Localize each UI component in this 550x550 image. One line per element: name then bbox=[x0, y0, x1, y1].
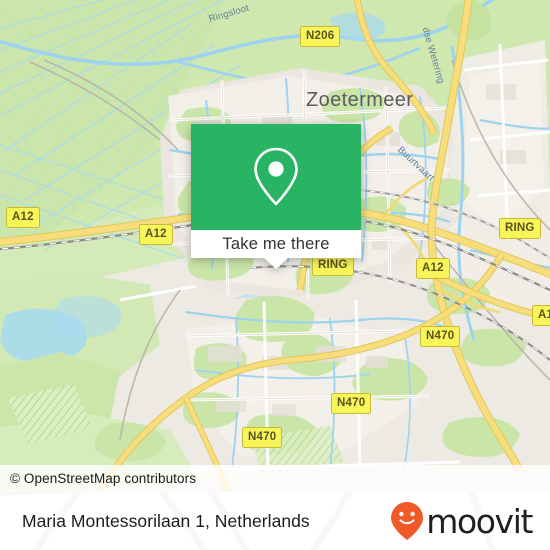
moovit-logo[interactable]: moovit bbox=[390, 501, 533, 541]
openstreetmap-attribution[interactable]: © OpenStreetMap contributors bbox=[0, 471, 196, 486]
road-shield-a12-2: A12 bbox=[139, 224, 173, 245]
place-label-zoetermeer: Zoetermeer bbox=[306, 89, 414, 111]
road-shield-n470-3: N470 bbox=[242, 427, 283, 448]
callout-action-bar[interactable]: Take me there bbox=[191, 230, 361, 258]
moovit-map-screenshot: N206 A12 A12 RING RING A12 A12 N470 N470… bbox=[0, 0, 550, 550]
road-shield-a12-3: A12 bbox=[416, 258, 450, 279]
page-title: Maria Montessorilaan 1, Netherlands bbox=[22, 510, 310, 531]
road-shield-n206-1: N206 bbox=[300, 26, 341, 47]
footer-bar: Maria Montessorilaan 1, Netherlands moov… bbox=[0, 492, 550, 550]
road-shield-a12-4: A12 bbox=[532, 305, 550, 326]
road-shield-a12-1: A12 bbox=[6, 207, 40, 228]
moovit-smiley-pin-icon bbox=[391, 502, 424, 540]
callout-pointer-tail bbox=[263, 257, 289, 269]
road-shield-n470-1: N470 bbox=[420, 326, 461, 347]
map-attribution-bar: © OpenStreetMap contributors bbox=[0, 465, 550, 492]
road-shield-n470-2: N470 bbox=[331, 393, 372, 414]
take-me-there-callout[interactable]: Take me there bbox=[191, 124, 361, 269]
callout-pin-area bbox=[191, 124, 361, 230]
moovit-wordmark: moovit bbox=[426, 501, 533, 541]
take-me-there-label: Take me there bbox=[222, 234, 330, 253]
location-pin-icon bbox=[254, 147, 298, 206]
road-shield-ring-1: RING bbox=[499, 218, 541, 239]
road-shield-ring-2: RING bbox=[312, 255, 354, 276]
